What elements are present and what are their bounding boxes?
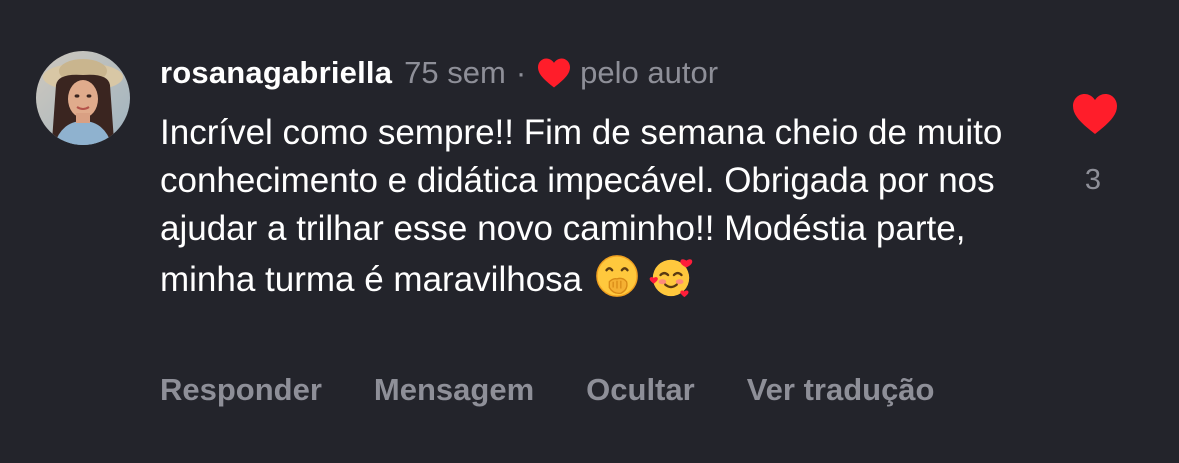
like-control: 3 bbox=[1070, 92, 1120, 197]
comment-item: rosanagabriella 75 sem · pelo autor Incr… bbox=[0, 0, 1179, 463]
emoji-group bbox=[594, 253, 702, 312]
reply-button[interactable]: Responder bbox=[160, 372, 322, 408]
username[interactable]: rosanagabriella bbox=[160, 55, 392, 91]
comment-content: rosanagabriella 75 sem · pelo autor Incr… bbox=[160, 53, 1040, 312]
comment-meta: rosanagabriella 75 sem · pelo autor bbox=[160, 53, 1040, 93]
heart-icon bbox=[538, 58, 571, 88]
message-button[interactable]: Mensagem bbox=[374, 372, 534, 408]
like-count: 3 bbox=[1084, 164, 1102, 196]
face-with-hand-over-mouth-icon bbox=[596, 255, 638, 297]
heart-filled-icon[interactable] bbox=[1071, 92, 1119, 136]
separator: · bbox=[515, 55, 527, 90]
liked-by-author-label: pelo autor bbox=[580, 55, 719, 90]
comment-actions: Responder Mensagem Ocultar Ver tradução bbox=[160, 372, 935, 408]
avatar-image bbox=[36, 51, 130, 145]
comment-text-block: Incrível como sempre!! Fim de semana che… bbox=[160, 109, 1030, 312]
smiling-face-with-hearts-icon bbox=[649, 259, 693, 298]
comment-text: Incrível como sempre!! Fim de semana che… bbox=[160, 113, 1003, 299]
hide-button[interactable]: Ocultar bbox=[586, 372, 695, 408]
avatar[interactable] bbox=[36, 51, 130, 145]
translate-button[interactable]: Ver tradução bbox=[747, 372, 935, 408]
timestamp: 75 sem bbox=[404, 55, 506, 90]
